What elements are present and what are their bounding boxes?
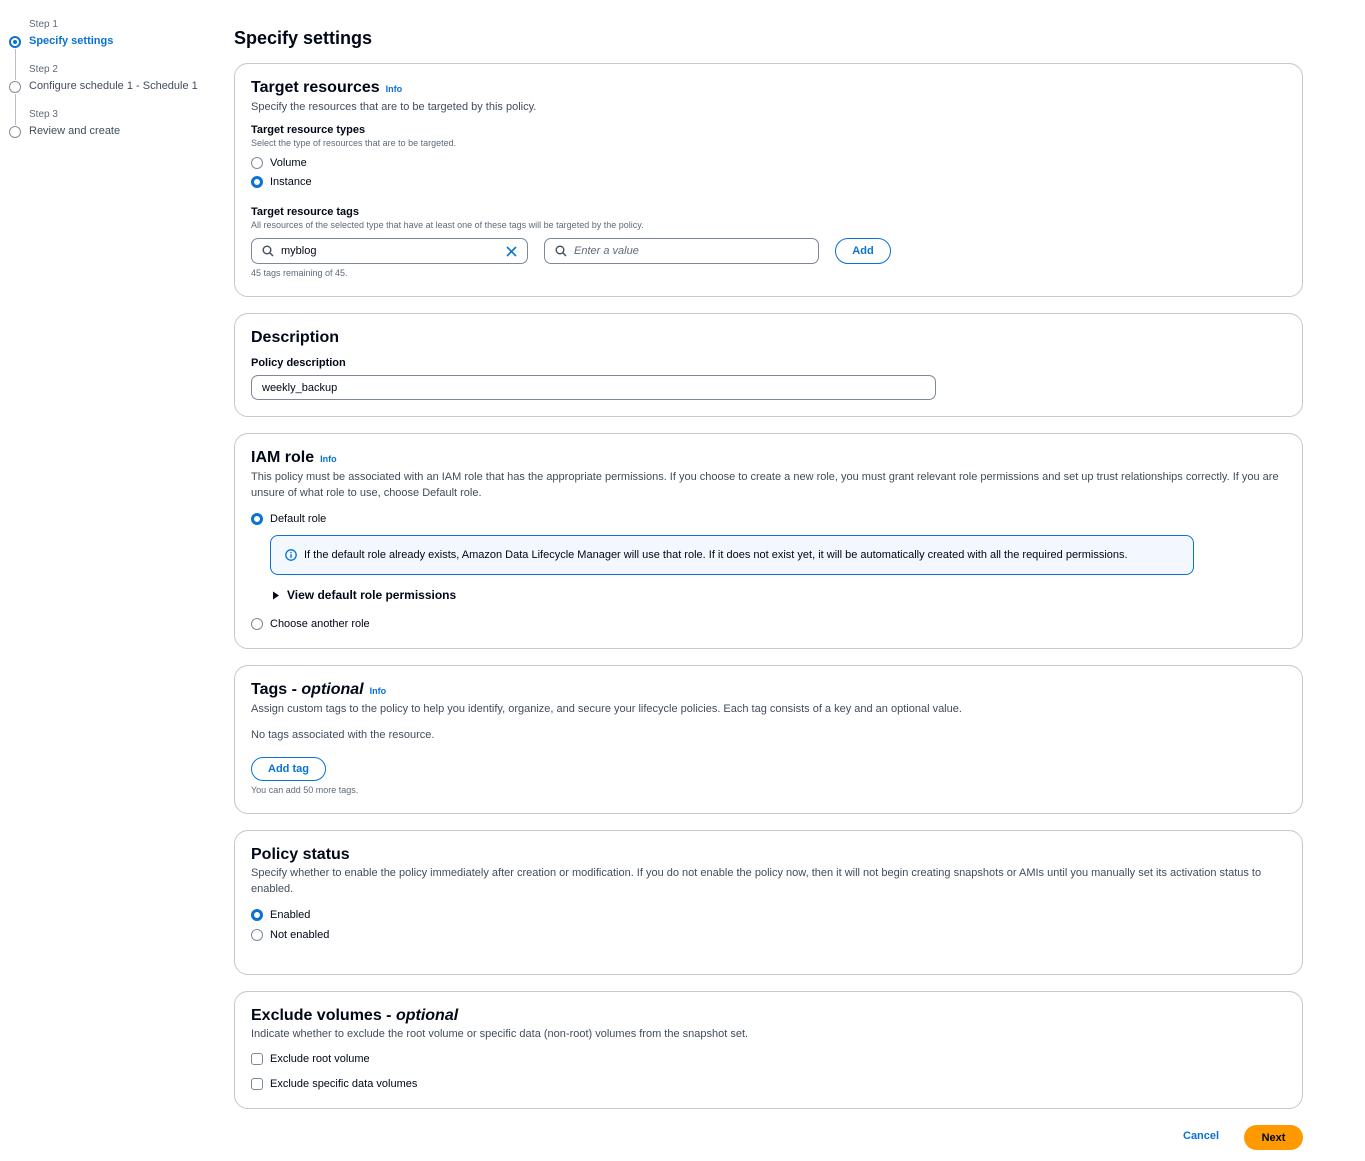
next-button[interactable]: Next <box>1244 1125 1303 1150</box>
policy-status-title: Policy status <box>251 846 350 863</box>
target-resources-panel: Target resources Info Specify the resour… <box>234 63 1303 297</box>
page-title: Specify settings <box>234 28 373 48</box>
exclude-volumes-title-optional: optional <box>395 1007 459 1024</box>
resource-types-label: Target resource types <box>251 124 366 136</box>
policy-status-panel: Policy status Specify whether to enable … <box>234 830 1303 975</box>
step-1-number: Step 1 <box>29 19 58 30</box>
step-3[interactable]: Step 3 Review and create <box>8 108 218 153</box>
tag-key-value[interactable]: myblog <box>281 245 316 257</box>
target-resources-info-link[interactable]: Info <box>386 79 403 99</box>
step-1-indicator-icon <box>9 36 21 48</box>
description-title: Description <box>251 329 340 346</box>
policy-description-label: Policy description <box>251 357 346 369</box>
radio-volume-control[interactable] <box>251 156 263 169</box>
clear-icon[interactable] <box>506 246 517 257</box>
view-role-permissions-expander[interactable]: View default role permissions <box>272 588 456 602</box>
policy-description-value[interactable]: weekly_backup <box>262 382 337 394</box>
policy-status-description: Specify whether to enable the policy imm… <box>251 867 1262 895</box>
step-2[interactable]: Step 2 Configure schedule 1 - Schedule 1 <box>8 63 218 125</box>
step-3-label[interactable]: Review and create <box>29 123 218 139</box>
target-resources-description: Specify the resources that are to be tar… <box>251 101 537 113</box>
radio-default-role-label: Default role <box>270 512 327 525</box>
add-tag-filter-button[interactable]: Add <box>835 238 891 264</box>
step-3-number: Step 3 <box>29 109 58 120</box>
radio-volume[interactable]: Volume <box>251 153 1286 172</box>
search-icon <box>262 245 274 257</box>
radio-not-enabled[interactable]: Not enabled <box>251 925 1286 944</box>
tags-title-optional: optional <box>301 681 364 698</box>
exclude-root-volume-label: Exclude root volume <box>270 1052 370 1065</box>
radio-instance-control[interactable] <box>251 175 263 188</box>
iam-role-info-link[interactable]: Info <box>320 449 337 469</box>
radio-not-enabled-label: Not enabled <box>270 928 330 941</box>
tags-panel: Tags - optional Info Assign custom tags … <box>234 665 1303 814</box>
default-role-info-alert: If the default role already exists, Amaz… <box>270 535 1194 575</box>
tag-value-input[interactable]: Enter a value <box>544 238 819 264</box>
view-role-permissions-label[interactable]: View default role permissions <box>287 588 456 602</box>
tags-remaining: 45 tags remaining of 45. <box>251 268 348 278</box>
caret-right-icon <box>273 591 279 599</box>
tag-key-input[interactable]: myblog <box>251 238 528 264</box>
radio-another-role-control[interactable] <box>251 617 263 630</box>
step-1-label[interactable]: Specify settings <box>29 33 218 49</box>
exclude-data-volumes-label: Exclude specific data volumes <box>270 1077 418 1090</box>
radio-another-role[interactable]: Choose another role <box>251 614 370 633</box>
step-3-indicator-icon <box>9 126 21 138</box>
radio-not-enabled-control[interactable] <box>251 928 263 941</box>
tags-title: Tags - <box>251 681 297 698</box>
step-1[interactable]: Step 1 Specify settings <box>8 18 218 80</box>
iam-role-title: IAM role <box>251 449 315 466</box>
cancel-button[interactable]: Cancel <box>1183 1130 1219 1142</box>
tags-limit-hint: You can add 50 more tags. <box>251 785 359 795</box>
step-2-number: Step 2 <box>29 64 58 75</box>
info-circle-icon <box>285 549 297 561</box>
radio-enabled-label: Enabled <box>270 908 311 921</box>
add-tag-button[interactable]: Add tag <box>251 757 326 781</box>
radio-default-role-control[interactable] <box>251 512 263 525</box>
exclude-data-volumes-checkbox[interactable]: Exclude specific data volumes <box>251 1074 1286 1093</box>
exclude-volumes-description: Indicate whether to exclude the root vol… <box>251 1028 749 1040</box>
radio-enabled-control[interactable] <box>251 908 263 921</box>
description-panel: Description Policy description weekly_ba… <box>234 313 1303 417</box>
search-icon <box>555 245 567 257</box>
exclude-root-volume-box[interactable] <box>251 1052 263 1065</box>
radio-instance[interactable]: Instance <box>251 172 1286 191</box>
step-2-indicator-icon <box>9 81 21 93</box>
iam-role-description: This policy must be associated with an I… <box>251 471 1279 499</box>
wizard-steps: Step 1 Specify settings Step 2 Configure… <box>8 18 218 153</box>
resource-types-hint: Select the type of resources that are to… <box>251 138 457 148</box>
exclude-root-volume-checkbox[interactable]: Exclude root volume <box>251 1049 1286 1068</box>
exclude-volumes-panel: Exclude volumes - optional Indicate whet… <box>234 991 1303 1109</box>
default-role-alert-text: If the default role already exists, Amaz… <box>304 549 1128 561</box>
step-2-label[interactable]: Configure schedule 1 - Schedule 1 <box>29 78 218 94</box>
tags-info-link[interactable]: Info <box>370 681 387 701</box>
target-resources-title: Target resources <box>251 79 380 96</box>
radio-instance-label: Instance <box>270 175 312 188</box>
resource-tags-hint: All resources of the selected type that … <box>251 220 644 230</box>
radio-volume-label: Volume <box>270 156 307 169</box>
tags-empty-text: No tags associated with the resource. <box>251 729 435 741</box>
tags-description: Assign custom tags to the policy to help… <box>251 703 962 715</box>
policy-description-input[interactable]: weekly_backup <box>251 375 936 400</box>
radio-another-role-label: Choose another role <box>270 617 370 630</box>
exclude-data-volumes-box[interactable] <box>251 1077 263 1090</box>
iam-role-panel: IAM role Info This policy must be associ… <box>234 433 1303 649</box>
exclude-volumes-title: Exclude volumes - <box>251 1007 392 1024</box>
resource-tags-label: Target resource tags <box>251 206 360 218</box>
radio-enabled[interactable]: Enabled <box>251 905 1286 924</box>
tag-value-placeholder: Enter a value <box>574 245 639 257</box>
radio-default-role[interactable]: Default role <box>251 509 1286 528</box>
